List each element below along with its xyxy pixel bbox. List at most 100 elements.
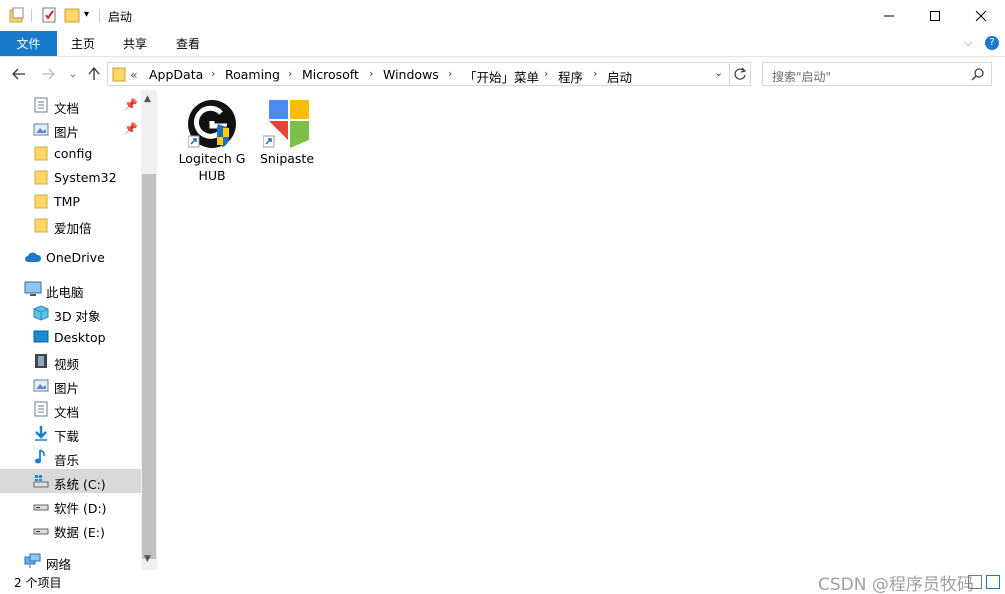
ribbon: 文件 主页 共享 查看 ⌵ ? xyxy=(0,31,1005,57)
nav-item-config[interactable]: config xyxy=(0,141,141,165)
title-bar: ▾ 启动 xyxy=(0,0,1005,31)
customize-toolbar-icon[interactable]: ▾ xyxy=(84,9,100,25)
nav-item-pictures-pc[interactable]: 图片 xyxy=(0,373,141,397)
tab-home[interactable]: 主页 xyxy=(60,31,106,56)
breadcrumb-overflow[interactable]: « xyxy=(130,67,138,82)
nav-item-videos[interactable]: 视频 xyxy=(0,349,141,373)
search-icon[interactable] xyxy=(971,67,985,84)
status-bar: 2 个项目 CSDN @程序员牧码 xyxy=(0,570,1005,594)
nav-item-label: 视频 xyxy=(54,357,80,372)
folder-icon xyxy=(33,193,49,209)
nav-item-drive-d[interactable]: 软件 (D:) xyxy=(0,493,141,517)
nav-item-aijiabei[interactable]: 爱加倍 xyxy=(0,213,141,237)
nav-item-label: 下载 xyxy=(54,429,80,444)
breadcrumb-item[interactable]: AppData xyxy=(149,67,203,82)
nav-item-system32[interactable]: System32 xyxy=(0,165,141,189)
nav-item-label: 文档 xyxy=(54,405,80,420)
music-icon xyxy=(33,449,49,465)
nav-item-drive-c[interactable]: 系统 (C:) xyxy=(0,469,141,493)
details-view-icon[interactable] xyxy=(968,575,982,589)
forward-button[interactable] xyxy=(39,65,57,83)
chevron-right-icon[interactable]: › xyxy=(211,67,215,80)
breadcrumb-item[interactable]: 「开始」菜单 xyxy=(464,67,539,86)
nav-item-label: OneDrive xyxy=(46,250,105,265)
pin-icon: 📌 xyxy=(124,122,138,135)
address-dropdown-icon[interactable]: ⌄ xyxy=(714,66,723,79)
tab-view[interactable]: 查看 xyxy=(165,31,211,56)
address-bar[interactable]: « AppData › Roaming › Microsoft › Window… xyxy=(107,62,751,86)
scroll-up-icon[interactable]: ▲ xyxy=(144,94,151,104)
nav-item-desktop[interactable]: Desktop xyxy=(0,325,141,349)
address-row: ⌄ « AppData › Roaming › Microsoft › Wind… xyxy=(0,58,1005,90)
minimize-button[interactable] xyxy=(866,0,912,31)
logitech-ghub-icon xyxy=(187,100,236,148)
chevron-right-icon[interactable]: › xyxy=(593,67,597,80)
chevron-right-icon[interactable]: › xyxy=(448,67,452,80)
document-icon xyxy=(33,97,49,113)
nav-item-documents[interactable]: 文档 📌 xyxy=(0,93,141,117)
chevron-right-icon[interactable]: › xyxy=(544,67,548,80)
nav-item-label: 数据 (E:) xyxy=(54,525,105,540)
nav-item-music[interactable]: 音乐 xyxy=(0,445,141,469)
nav-item-drive-e[interactable]: 数据 (E:) xyxy=(0,517,141,541)
folder-icon xyxy=(33,169,49,185)
document-icon xyxy=(33,401,49,417)
nav-item-onedrive[interactable]: OneDrive xyxy=(0,245,141,269)
refresh-icon[interactable] xyxy=(733,67,747,84)
nav-item-label: Desktop xyxy=(54,330,106,345)
nav-item-label: config xyxy=(54,146,93,161)
up-button[interactable] xyxy=(85,65,103,83)
file-explorer-icon[interactable] xyxy=(9,7,25,23)
nav-item-label: 文档 xyxy=(54,101,80,116)
breadcrumb-item[interactable]: 程序 xyxy=(558,67,583,86)
recent-locations-button[interactable]: ⌄ xyxy=(64,65,82,83)
help-icon[interactable]: ? xyxy=(985,36,999,50)
breadcrumb-item[interactable]: 启动 xyxy=(607,67,632,86)
folder-icon xyxy=(112,66,126,85)
nav-item-tmp[interactable]: TMP xyxy=(0,189,141,213)
file-list: Logitech G HUB Snipaste xyxy=(160,90,1005,570)
back-button[interactable] xyxy=(10,65,28,83)
breadcrumb-item[interactable]: Windows xyxy=(383,67,439,82)
video-icon xyxy=(33,353,49,369)
folder-icon xyxy=(33,217,49,233)
breadcrumb-item[interactable]: Roaming xyxy=(225,67,280,82)
watermark: CSDN @程序员牧码 xyxy=(818,575,974,594)
large-icons-view-icon[interactable] xyxy=(986,575,1000,589)
window-title: 启动 xyxy=(108,10,133,24)
nav-item-pictures[interactable]: 图片 📌 xyxy=(0,117,141,141)
separator xyxy=(31,9,32,22)
desktop-icon xyxy=(33,329,49,345)
breadcrumb-item[interactable]: Microsoft xyxy=(302,67,359,82)
tab-file[interactable]: 文件 xyxy=(0,31,57,56)
nav-item-downloads[interactable]: 下载 xyxy=(0,421,141,445)
chevron-right-icon[interactable]: › xyxy=(369,67,373,80)
tab-share[interactable]: 共享 xyxy=(112,31,158,56)
nav-item-label: 爱加倍 xyxy=(54,221,92,236)
scroll-down-icon[interactable]: ▼ xyxy=(144,554,151,564)
expand-ribbon-icon[interactable]: ⌵ xyxy=(964,36,972,50)
item-count: 2 个项目 xyxy=(14,576,62,590)
folder-icon xyxy=(33,145,49,161)
file-item-logitech-g-hub[interactable]: Logitech G HUB xyxy=(176,98,248,184)
nav-item-label: 软件 (D:) xyxy=(54,501,107,516)
drive-icon xyxy=(33,521,49,537)
file-item-snipaste[interactable]: Snipaste xyxy=(251,98,323,167)
close-button[interactable] xyxy=(958,0,1004,31)
separator xyxy=(99,9,100,22)
file-name: Snipaste xyxy=(259,151,315,166)
nav-item-label: 3D 对象 xyxy=(54,309,101,324)
nav-item-label: 图片 xyxy=(54,381,80,396)
properties-icon[interactable] xyxy=(41,7,57,23)
scroll-thumb[interactable] xyxy=(142,174,156,559)
cloud-icon xyxy=(24,249,42,265)
nav-item-this-pc[interactable]: 此电脑 xyxy=(0,277,141,301)
nav-item-3d-objects[interactable]: 3D 对象 xyxy=(0,301,141,325)
maximize-button[interactable] xyxy=(912,0,958,31)
nav-item-documents-pc[interactable]: 文档 xyxy=(0,397,141,421)
chevron-right-icon[interactable]: › xyxy=(288,67,292,80)
system-drive-icon xyxy=(33,473,49,489)
new-folder-icon[interactable] xyxy=(64,7,80,23)
nav-scrollbar[interactable]: ▲ ▼ xyxy=(141,90,157,570)
search-input[interactable]: 搜索"启动" xyxy=(762,62,992,86)
